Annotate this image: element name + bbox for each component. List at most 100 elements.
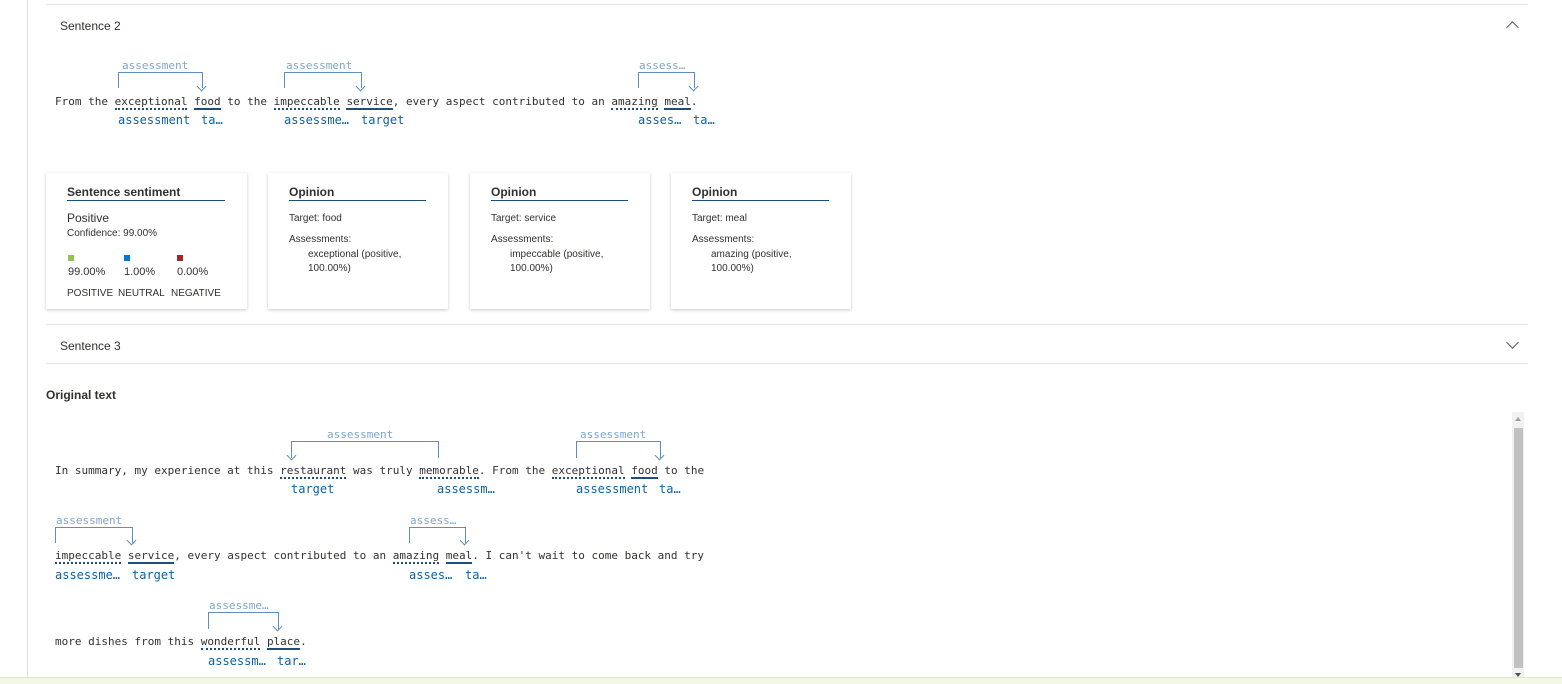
- relation-label: assessment: [56, 514, 123, 527]
- assessments-label: Assessments:: [692, 234, 755, 245]
- text-span: In summary, my experience at this: [55, 464, 281, 477]
- assessment-value: 100.00%): [711, 263, 754, 274]
- opinion-target: Target: meal: [692, 213, 748, 224]
- opinion-card: Opinion Target: service Assessments: imp…: [470, 173, 650, 309]
- token-target[interactable]: food: [631, 465, 658, 479]
- card-title: Opinion: [692, 185, 738, 199]
- assessment-value: impeccable (positive,: [510, 249, 604, 260]
- entity-label: assessm…: [208, 654, 266, 668]
- token-target[interactable]: place: [266, 636, 301, 650]
- relation-label: assessment: [286, 59, 353, 72]
- neutral-label: NEUTRAL: [118, 288, 165, 299]
- divider: [46, 324, 1528, 325]
- entity-label: ta…: [693, 113, 715, 127]
- sentence-3-header[interactable]: Sentence 3: [60, 339, 121, 353]
- token-target[interactable]: meal: [445, 550, 473, 564]
- positive-label: POSITIVE: [67, 288, 114, 299]
- token-assessment[interactable]: memorable: [419, 465, 479, 479]
- token-target[interactable]: meal: [664, 96, 691, 110]
- scrollbar-thumb[interactable]: [1514, 428, 1523, 668]
- text-span: [260, 635, 267, 648]
- relation-label: assessment: [580, 428, 647, 441]
- token-assessment[interactable]: wonderful: [200, 636, 261, 650]
- text-span: to the: [657, 464, 705, 477]
- positive-swatch: [68, 255, 74, 261]
- token-assessment[interactable]: impeccable: [55, 550, 122, 564]
- sentiment-label: Positive: [67, 211, 110, 225]
- original-line-3: more dishes from this wonderful place.: [55, 635, 307, 650]
- arrow-icon: [654, 450, 665, 461]
- entity-label: assessment: [118, 113, 191, 127]
- text-span: . From the: [478, 464, 552, 477]
- token-target[interactable]: food: [194, 96, 221, 110]
- text-span: was truly: [346, 464, 420, 477]
- relation-bracket: [118, 72, 203, 88]
- text-span: [121, 549, 128, 562]
- relation-label: assessment: [327, 428, 394, 441]
- relation-bracket: [638, 72, 695, 88]
- token-target[interactable]: restaurant: [280, 465, 347, 479]
- arrow-icon: [196, 81, 207, 92]
- token-target[interactable]: service: [127, 550, 175, 564]
- arrow-icon: [459, 535, 470, 546]
- confidence-text: Confidence: 99.00%: [67, 228, 158, 239]
- text-span: .: [300, 635, 307, 648]
- assessment-value: 100.00%): [308, 263, 351, 274]
- relation-label: assess…: [639, 59, 686, 72]
- token-assessment[interactable]: exceptional: [114, 96, 188, 110]
- chevron-down-icon[interactable]: [1506, 336, 1519, 349]
- relation-bracket: [55, 527, 133, 543]
- relation-label: assessme…: [209, 599, 269, 612]
- original-text-title: Original text: [46, 388, 117, 402]
- negative-swatch: [177, 255, 183, 261]
- relation-bracket: [284, 72, 362, 88]
- opinion-target: Target: service: [491, 213, 557, 224]
- entity-label: target: [132, 568, 176, 582]
- token-assessment[interactable]: amazing: [392, 550, 440, 564]
- token-assessment[interactable]: impeccable: [273, 96, 340, 110]
- text-span: [625, 464, 632, 477]
- divider: [491, 200, 628, 201]
- text-span: to the: [220, 95, 274, 108]
- original-line-1: In summary, my experience at this restau…: [55, 464, 704, 479]
- opinion-target: Target: food: [289, 213, 342, 224]
- sentence-2-header[interactable]: Sentence 2: [60, 19, 121, 33]
- card-title: Opinion: [289, 185, 335, 199]
- chevron-up-icon[interactable]: [1506, 21, 1519, 34]
- text-span: [658, 95, 665, 108]
- sentence-sentiment-card: Sentence sentiment Positive Confidence: …: [46, 173, 247, 309]
- arrow-icon: [272, 621, 283, 632]
- relation-bracket: [576, 441, 661, 458]
- text-span: , every aspect contributed to an: [392, 95, 612, 108]
- entity-label: ta…: [201, 113, 223, 127]
- relation-bracket: [208, 612, 279, 629]
- assessment-value: amazing (positive,: [711, 249, 792, 260]
- token-assessment[interactable]: amazing: [611, 96, 658, 110]
- negative-label: NEGATIVE: [171, 288, 221, 299]
- entity-label: ta…: [659, 482, 681, 496]
- panel-left-border: [27, 0, 28, 683]
- assessment-value: 100.00%): [510, 263, 553, 274]
- arrow-icon: [126, 535, 137, 546]
- divider: [46, 363, 1528, 364]
- text-span: .: [690, 95, 698, 108]
- text-span: [340, 95, 347, 108]
- divider: [67, 200, 225, 201]
- scroll-up-icon[interactable]: [1515, 417, 1521, 421]
- text-span: From the: [55, 95, 115, 108]
- card-title: Opinion: [491, 185, 537, 199]
- token-target[interactable]: service: [346, 96, 393, 110]
- text-span: [187, 95, 194, 108]
- card-title: Sentence sentiment: [67, 185, 181, 199]
- text-span: , every aspect contributed to an: [174, 549, 393, 562]
- entity-label: assessm…: [437, 482, 495, 496]
- token-assessment[interactable]: exceptional: [551, 465, 625, 479]
- relation-label: assessment: [122, 59, 189, 72]
- text-span: more dishes from this: [55, 635, 201, 648]
- assessment-value: exceptional (positive,: [308, 249, 402, 260]
- divider: [692, 200, 829, 201]
- entity-label: ta…: [465, 568, 487, 582]
- relation-bracket: [291, 441, 439, 458]
- original-line-2: impeccable service, every aspect contrib…: [55, 549, 704, 564]
- neutral-swatch: [124, 255, 130, 261]
